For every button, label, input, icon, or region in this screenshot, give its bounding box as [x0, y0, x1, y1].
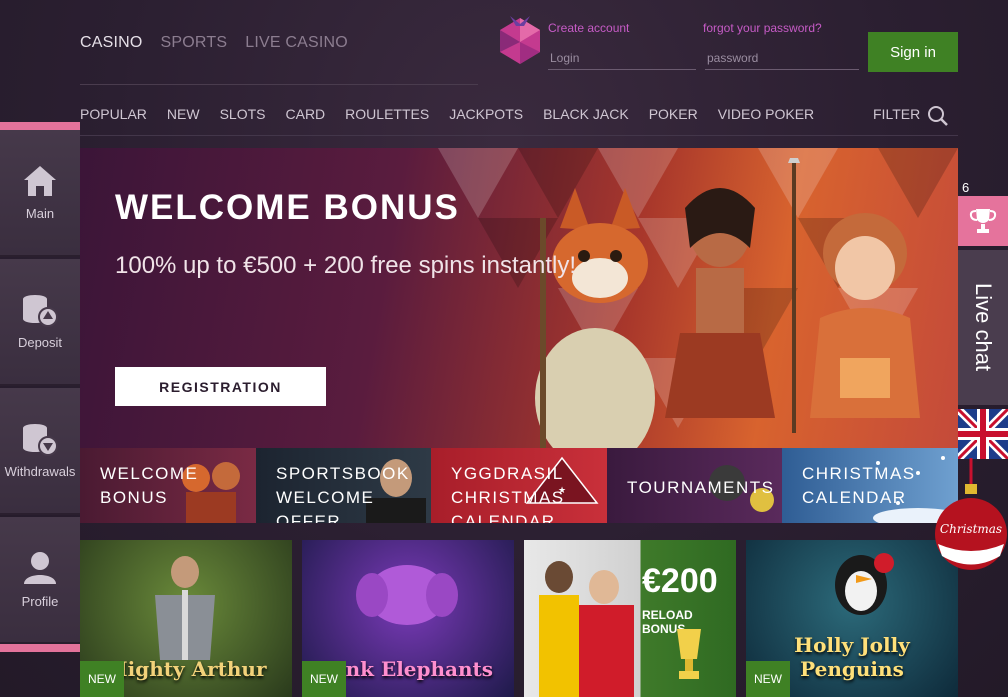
create-account-link[interactable]: Create account — [548, 21, 629, 35]
forgot-password-link[interactable]: forgot your password? — [703, 21, 822, 35]
sidebar-item-profile[interactable]: Profile — [0, 517, 80, 644]
divider — [80, 135, 958, 136]
sidebar-item-withdrawals[interactable]: Withdrawals — [0, 388, 80, 515]
hero-banner[interactable]: WELCOME BONUS 100% up to €500 + 200 free… — [80, 148, 958, 448]
login-input[interactable] — [548, 47, 696, 70]
trophy-count-badge: 6 — [962, 180, 970, 195]
elephant-illustration — [356, 565, 458, 625]
game-tile-mighty-arthur[interactable]: Mighty Arthur NEW — [80, 540, 292, 697]
live-chat-label: Live chat — [971, 283, 996, 372]
coins-up-icon — [23, 295, 58, 327]
category-poker[interactable]: POKER — [649, 106, 698, 122]
christmas-ornament-button[interactable]: Christmas — [934, 458, 1008, 573]
new-badge: NEW — [80, 661, 124, 697]
trophy-icon — [969, 209, 997, 233]
product-tabs: CASINO SPORTS LIVE CASINO — [80, 34, 348, 52]
search-icon[interactable] — [927, 105, 949, 127]
tab-live-casino[interactable]: LIVE CASINO — [245, 34, 348, 52]
password-input[interactable] — [705, 47, 859, 70]
sidebar-item-label: Profile — [21, 594, 59, 609]
category-video-poker[interactable]: VIDEO POKER — [718, 106, 814, 122]
sidebar-accent — [0, 122, 80, 130]
promo-welcome-bonus[interactable]: WELCOME BONUS — [80, 448, 256, 523]
coins-down-icon — [23, 424, 58, 456]
user-icon — [24, 552, 56, 584]
ornament-icon — [935, 458, 1007, 570]
brand-logo[interactable] — [496, 14, 544, 66]
category-card[interactable]: CARD — [286, 106, 326, 122]
promo-amount: €200 — [642, 562, 718, 600]
category-black-jack[interactable]: BLACK JACK — [543, 106, 629, 122]
sidebar-accent — [0, 644, 80, 652]
hero-title: WELCOME BONUS — [115, 188, 460, 227]
promo-label: CHRISTMAS CALENDAR — [802, 464, 916, 507]
hero-characters-illustration — [535, 158, 920, 448]
home-icon — [24, 166, 56, 196]
promo-yggdrasil-calendar[interactable]: ★ YGGDRASIL CHRISTMAS CALENDAR — [431, 448, 607, 523]
game-tile-reload-bonus[interactable]: €200 RELOAD BONUS — [524, 540, 736, 697]
category-nav: POPULAR NEW SLOTS CARD ROULETTES JACKPOT… — [80, 106, 834, 122]
promo-tournaments[interactable]: TOURNAMENTS — [607, 448, 782, 523]
game-tile-pink-elephants[interactable]: Pink Elephants NEW — [302, 540, 514, 697]
live-chat-button[interactable]: Live chat — [958, 250, 1008, 405]
sidebar-item-deposit[interactable]: Deposit — [0, 259, 80, 386]
promo-label: WELCOME BONUS — [100, 464, 199, 507]
new-badge: NEW — [302, 661, 346, 697]
registration-button[interactable]: REGISTRATION — [115, 367, 326, 406]
promo-label: YGGDRASIL CHRISTMAS CALENDAR — [451, 464, 565, 523]
football-players-illustration — [539, 561, 634, 697]
category-slots[interactable]: SLOTS — [220, 106, 266, 122]
sidebar-item-label: Withdrawals — [4, 464, 76, 479]
knight-illustration — [155, 556, 215, 660]
category-roulettes[interactable]: ROULETTES — [345, 106, 429, 122]
divider — [80, 84, 478, 85]
sidebar-item-label: Deposit — [17, 335, 63, 350]
promo-label: SPORTSBOOK WELCOME OFFER — [276, 464, 410, 523]
sidebar-item-main[interactable]: Main — [0, 130, 80, 257]
game-tile-holly-jolly-penguins[interactable]: Holly Jolly Penguins NEW — [746, 540, 958, 697]
sign-in-button[interactable]: Sign in — [868, 32, 958, 72]
promo-sportsbook[interactable]: SPORTSBOOK WELCOME OFFER — [256, 448, 431, 523]
promo-christmas-calendar[interactable]: CHRISTMAS CALENDAR — [782, 448, 958, 523]
category-popular[interactable]: POPULAR — [80, 106, 147, 122]
uk-flag-icon[interactable] — [958, 409, 1008, 459]
filter-button[interactable]: FILTER — [873, 106, 920, 122]
penguin-illustration — [835, 553, 894, 615]
sidebar-item-label: Main — [25, 206, 55, 221]
promo-label: TOURNAMENTS — [627, 478, 775, 497]
new-badge: NEW — [746, 661, 790, 697]
tournaments-button[interactable] — [958, 196, 1008, 246]
christmas-label: Christmas — [939, 522, 1003, 536]
tab-sports[interactable]: SPORTS — [161, 34, 228, 52]
category-jackpots[interactable]: JACKPOTS — [449, 106, 523, 122]
category-new[interactable]: NEW — [167, 106, 200, 122]
hero-subtitle: 100% up to €500 + 200 free spins instant… — [115, 252, 576, 279]
cup-icon — [677, 629, 701, 679]
tab-casino[interactable]: CASINO — [80, 34, 143, 52]
